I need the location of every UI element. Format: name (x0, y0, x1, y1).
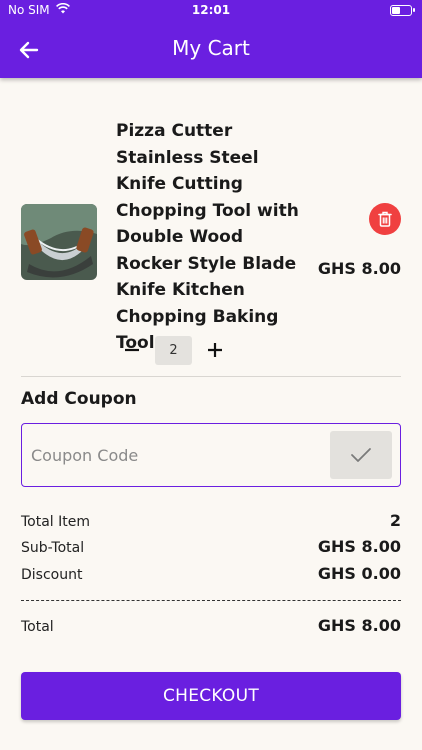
apply-coupon-button[interactable] (330, 431, 392, 479)
product-price: GHS 8.00 (317, 259, 401, 278)
status-bar: No SIM 12:01 (0, 0, 422, 22)
app-header: No SIM 12:01 My Cart (0, 0, 422, 78)
divider (21, 376, 401, 377)
product-name[interactable]: Pizza Cutter Stainless Steel Knife Cutti… (116, 118, 306, 357)
status-time: 12:01 (191, 3, 231, 17)
total-item-label: Total Item (21, 514, 91, 530)
subtotal-value: GHS 8.00 (317, 537, 401, 556)
dashed-divider (21, 600, 401, 601)
summary-discount: Discount GHS 0.00 (21, 564, 401, 586)
checkmark-icon (351, 448, 371, 462)
delete-item-button[interactable] (369, 203, 401, 235)
battery-icon (390, 5, 415, 16)
trash-icon (378, 211, 392, 227)
summary-subtotal: Sub-Total GHS 8.00 (21, 537, 401, 559)
coupon-section-title: Add Coupon (21, 389, 137, 409)
quantity-increase-button[interactable] (203, 338, 227, 362)
coupon-input[interactable] (31, 436, 321, 474)
quantity-decrease-button[interactable] (120, 338, 144, 362)
summary-total-items: Total Item 2 (21, 511, 401, 533)
rocker-knife-image (21, 204, 97, 280)
subtotal-label: Sub-Total (21, 540, 85, 556)
product-image[interactable] (21, 204, 97, 280)
plus-icon (208, 343, 222, 357)
coupon-field (21, 423, 401, 487)
quantity-value[interactable]: 2 (155, 336, 192, 365)
minus-icon (125, 348, 139, 352)
checkout-button[interactable]: CHECKOUT (21, 672, 401, 720)
total-label: Total (21, 619, 54, 635)
discount-value: GHS 0.00 (317, 564, 401, 583)
cart-item: Pizza Cutter Stainless Steel Knife Cutti… (0, 78, 422, 376)
total-value: GHS 8.00 (317, 616, 401, 635)
total-item-value: 2 (389, 511, 401, 530)
discount-label: Discount (21, 567, 83, 583)
summary-total: Total GHS 8.00 (21, 616, 401, 638)
page-title: My Cart (172, 36, 250, 60)
